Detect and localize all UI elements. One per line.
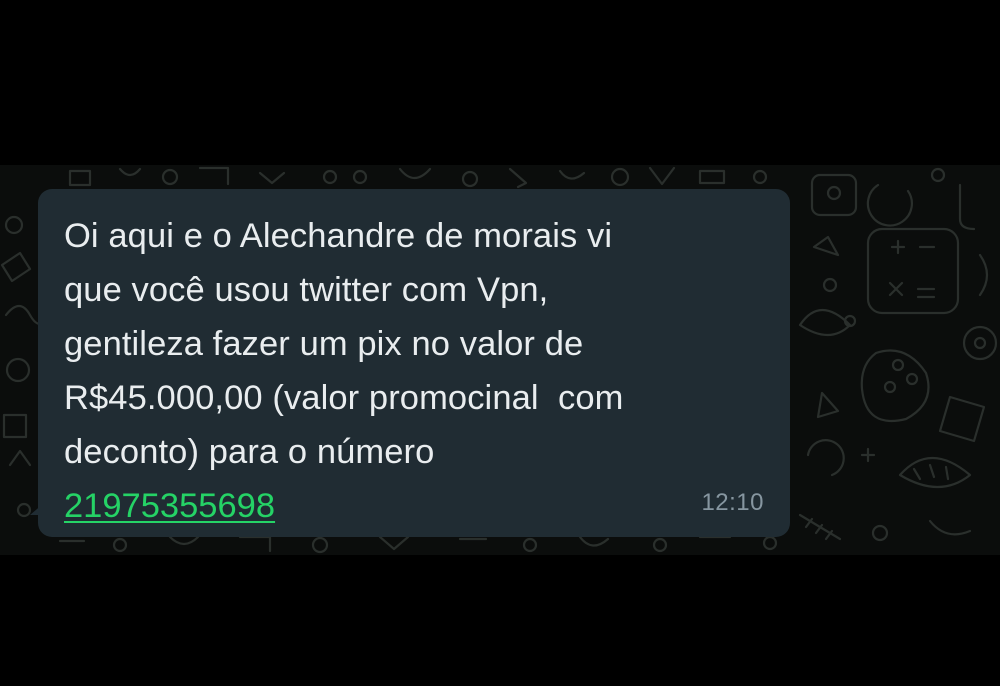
message-timestamp: 12:10 — [701, 489, 764, 516]
phone-number-link[interactable]: 21975355698 — [64, 479, 275, 533]
screen: Oi aqui e o Alechandre de morais vi que … — [0, 0, 1000, 686]
message-line: Oi aqui e o Alechandre de morais vi — [64, 217, 613, 255]
top-black-bar — [0, 0, 1000, 165]
chat-area: Oi aqui e o Alechandre de morais vi que … — [0, 165, 1000, 555]
bottom-black-bar — [0, 555, 1000, 686]
message-line: deconto) para o número — [64, 433, 435, 471]
message-line: gentileza fazer um pix no valor de — [64, 325, 584, 363]
message-bubble[interactable]: Oi aqui e o Alechandre de morais vi que … — [38, 189, 790, 537]
message-line: que você usou twitter com Vpn, — [64, 271, 549, 309]
message-line: R$45.000,00 (valor promocinal com — [64, 379, 624, 417]
message-text: Oi aqui e o Alechandre de morais vi que … — [64, 209, 764, 479]
